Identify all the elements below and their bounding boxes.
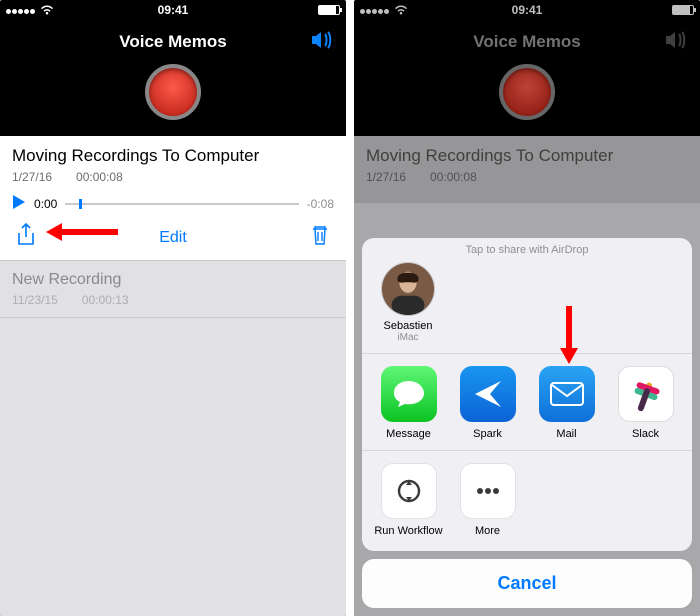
scrubber[interactable] (65, 203, 298, 205)
action-more[interactable]: More (453, 463, 522, 537)
list-item-date: 11/23/15 (12, 293, 58, 307)
record-area (0, 64, 346, 136)
record-button[interactable] (145, 64, 201, 120)
slack-icon (618, 366, 674, 422)
annotation-arrow (46, 223, 118, 241)
app-title: Voice Memos (119, 32, 226, 52)
contact-device: iMac (374, 332, 442, 343)
playback-controls: 0:00 -0:08 (12, 194, 334, 213)
share-sheet: Tap to share with AirDrop Sebastien iMac (362, 238, 692, 608)
spark-icon (460, 366, 516, 422)
share-app-spark[interactable]: Spark (453, 366, 522, 440)
status-bar: 09:41 (0, 0, 346, 20)
cancel-button[interactable]: Cancel (362, 559, 692, 608)
list-item-duration: 00:00:13 (82, 293, 129, 307)
recording-date: 1/27/16 (12, 170, 52, 184)
phone-right: 09:41 Voice Memos Moving Recordings To C… (354, 0, 700, 616)
elapsed-time: 0:00 (34, 197, 57, 211)
action-run-workflow[interactable]: Run Workflow (374, 463, 443, 537)
list-item[interactable]: New Recording 11/23/15 00:00:13 (0, 261, 346, 318)
share-app-slack[interactable]: Slack (611, 366, 680, 440)
remaining-time: -0:08 (307, 197, 334, 211)
recording-title: Moving Recordings To Computer (12, 146, 334, 166)
avatar (381, 262, 435, 316)
more-icon (460, 463, 516, 519)
airdrop-contact[interactable]: Sebastien iMac (374, 262, 442, 343)
mail-icon (539, 366, 595, 422)
nav-header: Voice Memos (0, 20, 346, 64)
share-app-mail[interactable]: Mail (532, 366, 601, 440)
airdrop-hint: Tap to share with AirDrop (362, 238, 692, 258)
annotation-arrow (560, 306, 578, 373)
workflow-icon (381, 463, 437, 519)
edit-button[interactable]: Edit (159, 229, 187, 247)
delete-button[interactable] (310, 224, 330, 251)
recording-duration: 00:00:08 (76, 170, 123, 184)
wifi-icon (40, 5, 54, 15)
share-app-message[interactable]: Message (374, 366, 443, 440)
cell-signal-icon (6, 3, 36, 17)
status-time: 09:41 (158, 3, 189, 17)
share-button[interactable] (16, 223, 36, 252)
battery-icon (318, 5, 340, 15)
selected-recording: Moving Recordings To Computer 1/27/16 00… (0, 136, 346, 261)
phone-left: 09:41 Voice Memos Moving Recordings To C… (0, 0, 346, 616)
contact-name: Sebastien (374, 320, 442, 332)
message-icon (381, 366, 437, 422)
play-icon[interactable] (12, 194, 26, 213)
list-item-title: New Recording (12, 271, 334, 289)
speaker-icon[interactable] (310, 30, 334, 55)
